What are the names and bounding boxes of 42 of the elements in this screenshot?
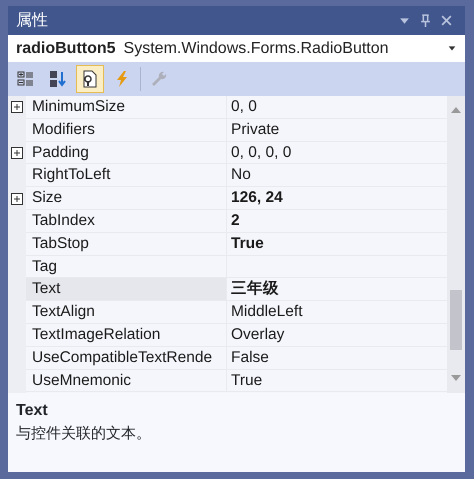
- property-name[interactable]: Modifiers: [26, 118, 226, 142]
- scroll-down-icon[interactable]: [450, 374, 462, 382]
- property-name[interactable]: Size: [26, 187, 226, 210]
- toolbar-button[interactable]: [76, 65, 104, 93]
- property-value[interactable]: 三年级: [226, 278, 447, 302]
- sort-icon: [49, 70, 67, 88]
- scrollbar-thumb[interactable]: [450, 290, 462, 350]
- object-name: radioButton5: [16, 38, 116, 58]
- property-name[interactable]: UseCompatibleTextRende: [26, 346, 226, 370]
- object-type: System.Windows.Forms.RadioButton: [124, 38, 389, 58]
- property-name[interactable]: MinimumSize: [26, 96, 226, 119]
- property-value[interactable]: Overlay: [226, 324, 447, 347]
- property-name[interactable]: RightToLeft: [26, 164, 226, 188]
- description-text: 与控件关联的文本。: [16, 424, 152, 444]
- description-title: Text: [16, 401, 49, 421]
- property-value[interactable]: True: [226, 232, 447, 256]
- categorized-icon: [17, 70, 35, 88]
- property-value[interactable]: 126, 24: [226, 187, 447, 210]
- property-name[interactable]: TabStop: [26, 232, 226, 256]
- property-value[interactable]: 0, 0: [226, 96, 447, 119]
- expand-icon[interactable]: [11, 101, 23, 114]
- property-value[interactable]: False: [226, 346, 447, 370]
- panel-title: 属性: [16, 10, 48, 30]
- property-value[interactable]: No: [226, 164, 447, 188]
- property-value[interactable]: Private: [226, 118, 447, 142]
- close-icon: [440, 14, 453, 27]
- expand-icon[interactable]: [11, 146, 23, 159]
- property-value[interactable]: MiddleLeft: [226, 301, 447, 324]
- scroll-up-icon[interactable]: [450, 106, 462, 114]
- property-name[interactable]: Text: [26, 278, 226, 302]
- property-name[interactable]: TextImageRelation: [26, 324, 226, 347]
- property-name[interactable]: Padding: [26, 142, 226, 164]
- property-value[interactable]: 2: [226, 210, 447, 233]
- property-value[interactable]: 0, 0, 0, 0: [226, 142, 447, 164]
- property-page-icon: [81, 70, 99, 88]
- property-value[interactable]: True: [226, 370, 447, 392]
- property-name[interactable]: UseMnemonic: [26, 370, 226, 392]
- property-name[interactable]: TabIndex: [26, 210, 226, 233]
- expand-icon[interactable]: [11, 192, 23, 205]
- wrench-icon: [150, 70, 168, 88]
- property-name[interactable]: TextAlign: [26, 301, 226, 324]
- pin-icon: [419, 14, 432, 27]
